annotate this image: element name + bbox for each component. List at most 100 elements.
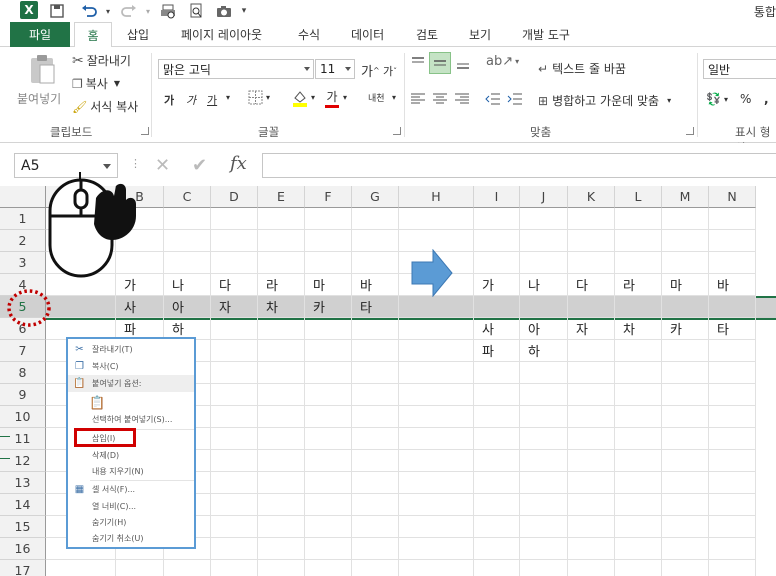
tab-file[interactable]: 파일	[10, 22, 70, 47]
cell-b5[interactable]: 사	[116, 296, 164, 318]
cell-n8[interactable]	[709, 362, 756, 384]
font-name-combo[interactable]: 맑은 고딕	[158, 59, 314, 79]
clipboard-launcher-icon[interactable]	[141, 127, 149, 135]
cell-g12[interactable]	[352, 450, 399, 472]
cell-d2[interactable]	[211, 230, 258, 252]
cell-i13[interactable]	[474, 472, 520, 494]
cell-f5[interactable]: 카	[305, 296, 352, 318]
cell-f1[interactable]	[305, 208, 352, 230]
row-header-17[interactable]: 17	[0, 560, 46, 576]
undo-dropdown-icon[interactable]: ▾	[103, 2, 113, 20]
phonetic-button[interactable]: 내천	[368, 91, 385, 104]
italic-button[interactable]: 가	[186, 92, 196, 108]
column-header-h[interactable]: H	[399, 186, 474, 208]
print-preview-icon[interactable]	[158, 2, 178, 20]
comma-button[interactable]: ,	[764, 92, 769, 106]
menu-item-delete[interactable]: 삭제(D)	[68, 447, 194, 464]
cell-i15[interactable]	[474, 516, 520, 538]
cell-e1[interactable]	[258, 208, 305, 230]
cell-g11[interactable]	[352, 428, 399, 450]
cell-l10[interactable]	[615, 406, 662, 428]
menu-item-row-height[interactable]: 열 너비(C)...	[68, 498, 194, 515]
cell-g13[interactable]	[352, 472, 399, 494]
cell-k14[interactable]	[568, 494, 615, 516]
cell-j5[interactable]	[520, 296, 568, 318]
alignment-launcher-icon[interactable]	[686, 127, 694, 135]
column-header-e[interactable]: E	[258, 186, 305, 208]
cell-d12[interactable]	[211, 450, 258, 472]
undo-icon[interactable]	[78, 2, 100, 20]
cell-l15[interactable]	[615, 516, 662, 538]
cut-button[interactable]: ✂ 잘라내기	[72, 52, 131, 69]
cell-c1[interactable]	[164, 208, 211, 230]
cell-i5[interactable]	[474, 296, 520, 318]
print-icon[interactable]	[186, 2, 206, 20]
row-header-14[interactable]: 14	[0, 494, 46, 516]
cell-n4[interactable]: 바	[709, 274, 756, 296]
cell-k12[interactable]	[568, 450, 615, 472]
cell-j8[interactable]	[520, 362, 568, 384]
cell-m15[interactable]	[662, 516, 709, 538]
menu-item-cut[interactable]: ✂ 잘라내기(T)	[68, 341, 194, 358]
cell-g4[interactable]: 바	[352, 274, 399, 296]
cell-g10[interactable]	[352, 406, 399, 428]
cell-j15[interactable]	[520, 516, 568, 538]
redo-dropdown-icon[interactable]: ▾	[143, 2, 153, 20]
cell-g14[interactable]	[352, 494, 399, 516]
cell-h9[interactable]	[399, 384, 474, 406]
font-launcher-icon[interactable]	[393, 127, 401, 135]
cell-k17[interactable]	[568, 560, 615, 576]
menu-item-copy[interactable]: ❐ 복사(C)	[68, 358, 194, 375]
cell-k7[interactable]	[568, 340, 615, 362]
row-header-11[interactable]: 11	[0, 428, 46, 450]
cell-c4[interactable]: 나	[164, 274, 211, 296]
format-painter-button[interactable]: 🖌 서식 복사	[72, 98, 138, 115]
font-color-dropdown-icon[interactable]: ▾	[343, 93, 347, 102]
merge-center-button[interactable]: ⊞ 병합하고 가운데 맞춤 ▾	[538, 92, 671, 109]
cell-n7[interactable]	[709, 340, 756, 362]
cell-m13[interactable]	[662, 472, 709, 494]
font-size-combo[interactable]: 11	[315, 59, 355, 79]
cell-g2[interactable]	[352, 230, 399, 252]
cancel-entry-icon[interactable]: ✕	[155, 155, 170, 176]
cell-d7[interactable]	[211, 340, 258, 362]
cell-i7[interactable]: 파	[474, 340, 520, 362]
cell-f13[interactable]	[305, 472, 352, 494]
cell-f6[interactable]	[305, 318, 352, 340]
tab-data[interactable]: 데이터	[351, 22, 384, 47]
fill-color-dropdown-icon[interactable]: ▾	[311, 93, 315, 102]
cell-j17[interactable]	[520, 560, 568, 576]
paste-button[interactable]: 붙여넣기	[17, 90, 61, 107]
cell-f11[interactable]	[305, 428, 352, 450]
cell-j6[interactable]: 아	[520, 318, 568, 340]
cell-k11[interactable]	[568, 428, 615, 450]
currency-button[interactable]: 💱 ▾	[706, 92, 728, 106]
cell-j1[interactable]	[520, 208, 568, 230]
cell-i16[interactable]	[474, 538, 520, 560]
bold-button[interactable]: 가	[164, 92, 174, 108]
cell-f12[interactable]	[305, 450, 352, 472]
column-header-k[interactable]: K	[568, 186, 615, 208]
column-header-g[interactable]: G	[352, 186, 399, 208]
cell-f8[interactable]	[305, 362, 352, 384]
cell-i9[interactable]	[474, 384, 520, 406]
row-header-7[interactable]: 7	[0, 340, 46, 362]
cell-m8[interactable]	[662, 362, 709, 384]
redo-icon[interactable]	[118, 2, 140, 20]
cell-i10[interactable]	[474, 406, 520, 428]
percent-button[interactable]: %	[740, 92, 751, 106]
cell-c3[interactable]	[164, 252, 211, 274]
cell-i8[interactable]	[474, 362, 520, 384]
cell-d3[interactable]	[211, 252, 258, 274]
cell-e6[interactable]	[258, 318, 305, 340]
cell-h8[interactable]	[399, 362, 474, 384]
shrink-font-button[interactable]: 가ˇ	[383, 63, 397, 79]
cell-e2[interactable]	[258, 230, 305, 252]
cell-l6[interactable]: 차	[615, 318, 662, 340]
cell-k3[interactable]	[568, 252, 615, 274]
cell-j2[interactable]	[520, 230, 568, 252]
cell-k13[interactable]	[568, 472, 615, 494]
cell-e12[interactable]	[258, 450, 305, 472]
menu-item-clear[interactable]: 내용 지우기(N)	[68, 463, 194, 480]
cell-k4[interactable]: 다	[568, 274, 615, 296]
